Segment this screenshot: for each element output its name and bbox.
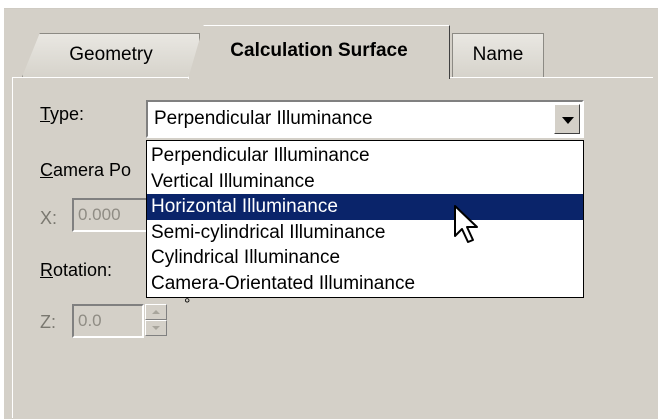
x-input-value: 0.000 bbox=[78, 205, 121, 224]
type-dropdown-list: Perpendicular Illuminance Vertical Illum… bbox=[146, 140, 584, 298]
degree-symbol: ° bbox=[184, 296, 191, 313]
x-input[interactable]: 0.000 bbox=[72, 198, 152, 232]
z-input[interactable]: 0.0 bbox=[72, 304, 144, 338]
type-select[interactable]: Perpendicular Illuminance bbox=[146, 100, 584, 138]
option-perpendicular-illuminance[interactable]: Perpendicular Illuminance bbox=[147, 143, 583, 169]
tab-calculation-surface[interactable]: Calculation Surface bbox=[188, 25, 450, 79]
spin-up-icon[interactable] bbox=[145, 304, 167, 320]
type-label: Type: bbox=[40, 104, 85, 124]
type-select-value: Perpendicular Illuminance bbox=[154, 108, 373, 129]
option-horizontal-illuminance[interactable]: Horizontal Illuminance bbox=[147, 194, 583, 220]
z-label: Z: bbox=[40, 312, 56, 332]
tab-geometry-label: Geometry bbox=[69, 44, 153, 65]
tab-geometry[interactable]: Geometry bbox=[22, 33, 200, 77]
tab-name-label: Name bbox=[472, 44, 524, 65]
z-spinner[interactable] bbox=[145, 304, 167, 338]
tab-name[interactable]: Name bbox=[452, 33, 544, 77]
tab-calculation-surface-label: Calculation Surface bbox=[230, 40, 408, 61]
rotation-label: Rotation: bbox=[40, 260, 113, 280]
dropdown-arrow-button[interactable] bbox=[554, 104, 580, 134]
x-label: X: bbox=[40, 208, 58, 228]
camera-position-label: Camera Po bbox=[40, 160, 132, 180]
option-camera-orientated-illuminance[interactable]: Camera-Orientated Illuminance bbox=[147, 271, 583, 297]
spin-down-icon[interactable] bbox=[145, 320, 167, 336]
option-cylindrical-illuminance[interactable]: Cylindrical Illuminance bbox=[147, 245, 583, 271]
option-vertical-illuminance[interactable]: Vertical Illuminance bbox=[147, 169, 583, 195]
mouse-pointer-icon bbox=[454, 205, 478, 243]
chevron-down-icon bbox=[562, 117, 574, 124]
z-input-value: 0.0 bbox=[78, 311, 102, 330]
option-semi-cylindrical-illuminance[interactable]: Semi-cylindrical Illuminance bbox=[147, 220, 583, 246]
